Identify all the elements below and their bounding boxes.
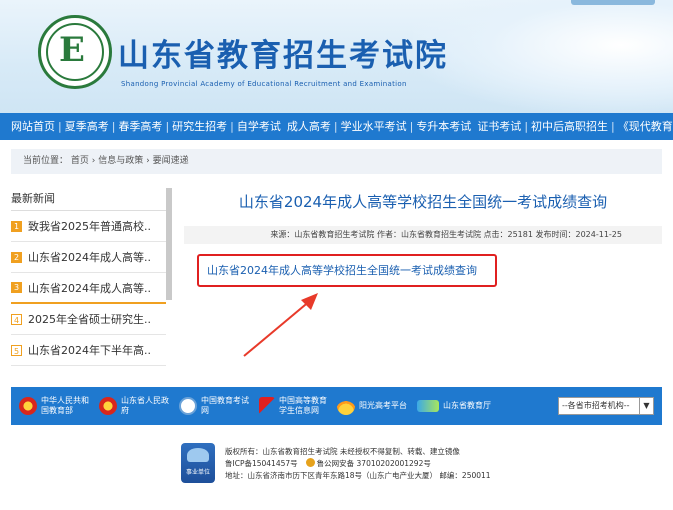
score-query-link[interactable]: 山东省2024年成人高等学校招生全国统一考试成绩查询 <box>207 262 477 278</box>
exam-net-icon <box>179 397 197 415</box>
breadcrumb-section[interactable]: 信息与政策 <box>98 156 143 166</box>
news-link[interactable]: 山东省2024年下半年高.. <box>28 342 151 358</box>
breadcrumb-arrow: › <box>91 156 96 166</box>
badge-label: 事业单位 <box>185 469 210 476</box>
exam-agency-select[interactable]: --各省市招考机构-- ▼ <box>558 397 654 415</box>
arrow-shaft <box>243 299 312 357</box>
footer-link-moe[interactable]: 中华人民共和 国教育部 <box>19 396 89 416</box>
nav-separator: | <box>409 120 414 133</box>
list-item[interactable]: 3 山东省2024年成人高等.. <box>11 273 166 304</box>
footer-link-line: 国教育部 <box>41 406 73 415</box>
footer-link-label: 中华人民共和 国教育部 <box>41 396 89 416</box>
footer-link-line: 中国教育考试 <box>201 396 249 405</box>
news-link[interactable]: 山东省2024年成人高等.. <box>28 249 151 265</box>
nav-item-vocational[interactable]: 初中后高职招生 <box>531 113 608 140</box>
site-title: 山东省教育招生考试院 <box>118 38 448 74</box>
nav-separator: | <box>111 120 116 133</box>
rank-badge: 3 <box>11 282 22 293</box>
footer-link-neea[interactable]: 中国教育考试网 <box>179 396 249 416</box>
top-bar <box>571 0 655 5</box>
nav-item-adult-exam[interactable]: 成人高考 <box>287 113 331 140</box>
nav-item-proficiency[interactable]: 学业水平考试 <box>341 113 407 140</box>
footer-link-edu-dept[interactable]: 山东省教育厅 <box>417 400 491 412</box>
footer-link-chsi[interactable]: 中国高等教育 学生信息网 <box>259 396 327 416</box>
address-line: 地址：山东省济南市历下区青年东路18号（山东广电产业大厦） 邮编：250011 <box>225 471 491 480</box>
footer-link-line: 中华人民共和 <box>41 396 89 405</box>
nav-item-upgrade[interactable]: 专升本考试 <box>416 113 471 140</box>
list-item[interactable]: 2 山东省2024年成人高等.. <box>11 242 166 273</box>
nav-item-magazine[interactable]: 《现代教育》 <box>618 113 673 140</box>
edu-dept-icon <box>417 400 439 412</box>
nav-separator: | <box>333 120 338 133</box>
footer-link-label: 山东省人民政府 <box>121 396 169 416</box>
footer-link-line: 山东省人民政 <box>121 396 169 405</box>
rank-badge: 4 <box>11 313 22 325</box>
footer-link-line: 府 <box>121 406 129 415</box>
footer-link-label: 中国高等教育 学生信息网 <box>279 396 327 416</box>
main-nav: 网站首页 | 夏季高考 | 春季高考 | 研究生招考 | 自学考试 成人高考 |… <box>0 113 673 140</box>
chevron-down-icon[interactable]: ▼ <box>639 398 653 414</box>
footer-link-gaokao[interactable]: 阳光高考平台 <box>337 397 407 415</box>
article-title: 山东省2024年成人高等学校招生全国统一考试成绩查询 <box>238 193 608 211</box>
breadcrumb: 当前位置： 首页 › 信息与政策 › 要闻速递 <box>11 149 662 174</box>
arrow-head <box>301 293 318 310</box>
nav-item-summer-exam[interactable]: 夏季高考 <box>65 113 109 140</box>
breadcrumb-home[interactable]: 首页 <box>71 156 89 166</box>
police-icon <box>305 458 315 467</box>
rank-badge: 1 <box>11 220 22 232</box>
news-link[interactable]: 山东省2024年成人高等.. <box>28 280 151 296</box>
footer-links-bar: 中华人民共和 国教育部 山东省人民政府 中国教育考试网 中国高等教育 学生信息网 阳… <box>11 387 662 425</box>
footer-link-gov[interactable]: 山东省人民政府 <box>99 396 169 416</box>
nav-item-spring-exam[interactable]: 春季高考 <box>118 113 162 140</box>
nav-separator: | <box>230 120 234 133</box>
select-value: --各省市招考机构-- <box>562 401 630 410</box>
nav-item-self-study[interactable]: 自学考试 <box>237 113 281 140</box>
logo-letter: E <box>59 30 85 70</box>
nav-item-home[interactable]: 网站首页 <box>11 113 55 140</box>
sun-icon <box>337 397 355 415</box>
news-link[interactable]: 2025年全省硕士研究生.. <box>28 311 151 327</box>
emblem-icon <box>19 397 37 415</box>
page: E 山东省教育招生考试院 Shandong Provincial Academy… <box>0 0 673 510</box>
list-item[interactable]: 1 致我省2025年普通高校.. <box>11 211 166 242</box>
breadcrumb-prefix: 当前位置： <box>23 156 69 166</box>
copyright-info: 版权所有：山东省教育招生考试院 未经授权不得复制、转载、建立镜像 鲁ICP备15… <box>225 446 491 482</box>
icp-link[interactable]: 鲁ICP备15041457号 <box>225 459 298 468</box>
header-background <box>413 0 673 113</box>
copyright-line: 版权所有：山东省教育招生考试院 未经授权不得复制、转载、建立镜像 <box>225 447 460 456</box>
police-record-link[interactable]: 鲁公网安备 37010202001292号 <box>317 459 431 468</box>
breadcrumb-arrow: › <box>146 156 150 166</box>
site-header: E 山东省教育招生考试院 Shandong Provincial Academy… <box>0 0 673 113</box>
list-item[interactable]: 4 2025年全省硕士研究生.. <box>11 304 166 335</box>
site-logo[interactable]: E <box>38 15 112 89</box>
site-subtitle: Shandong Provincial Academy of Education… <box>121 80 407 88</box>
nav-item-graduate[interactable]: 研究生招考 <box>172 113 227 140</box>
registration-line: 鲁ICP备15041457号 鲁公网安备 37010202001292号 <box>225 458 491 470</box>
nav-item-certificate[interactable]: 证书考试 <box>477 113 521 140</box>
nav-separator: | <box>58 120 62 133</box>
article-meta: 来源：山东省教育招生考试院 作者：山东省教育招生考试院 点击：25181 发布时… <box>184 226 662 244</box>
rank-badge: 5 <box>11 344 22 356</box>
emblem-icon <box>99 397 117 415</box>
rank-badge: 2 <box>11 251 22 263</box>
footer-link-line: 阳光高考平台 <box>359 401 407 410</box>
public-institution-badge[interactable]: 事业单位 <box>181 443 215 483</box>
footer-link-line: 山东省教育厅 <box>443 401 491 410</box>
sidebar-title: 最新新闻 <box>11 192 55 205</box>
nav-separator: | <box>165 120 170 133</box>
chsi-icon <box>259 397 275 415</box>
footer-link-label: 中国教育考试网 <box>201 396 249 416</box>
breadcrumb-current[interactable]: 要闻速递 <box>153 156 189 166</box>
badge-emblem <box>187 448 209 462</box>
footer-link-line: 网 <box>201 406 209 415</box>
nav-separator: | <box>524 120 529 133</box>
footer-link-line: 学生信息网 <box>279 406 319 415</box>
sidebar-news-list: 1 致我省2025年普通高校.. 2 山东省2024年成人高等.. 3 山东省2… <box>11 211 166 366</box>
sidebar-scrollbar[interactable] <box>166 188 172 300</box>
nav-separator: | <box>611 120 615 133</box>
list-item[interactable]: 5 山东省2024年下半年高.. <box>11 335 166 366</box>
footer-link-line: 中国高等教育 <box>279 396 327 405</box>
news-link[interactable]: 致我省2025年普通高校.. <box>28 218 151 234</box>
